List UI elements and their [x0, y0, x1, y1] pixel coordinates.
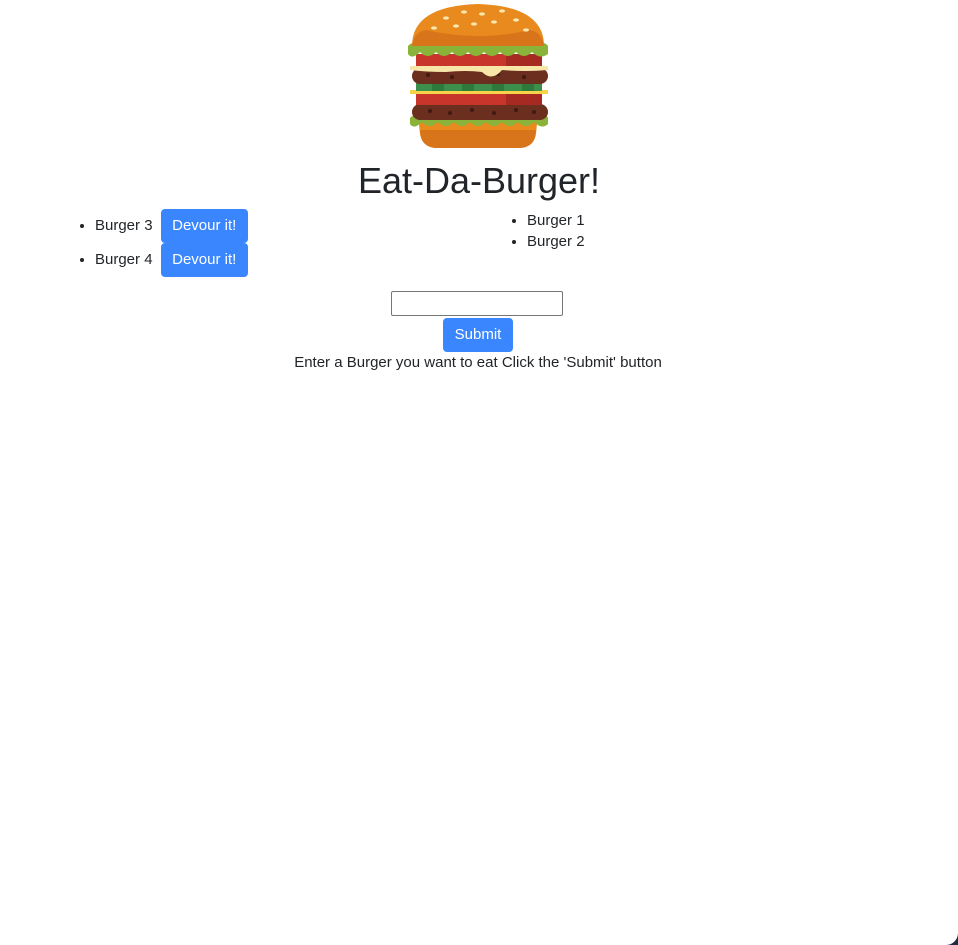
devour-button[interactable]: Devour it!	[160, 243, 248, 277]
not-devoured-list: Burger 3 Devour it! Burger 4 Devour it!	[73, 209, 248, 277]
burger-name: Burger 3	[95, 217, 153, 234]
devoured-list: Burger 1 Burger 2	[505, 210, 585, 252]
page: Eat-Da-Burger! Burger 3 Devour it! Burge…	[0, 0, 958, 945]
list-item: Burger 2	[527, 231, 585, 252]
burger-name: Burger 4	[95, 251, 153, 268]
page-title: Eat-Da-Burger!	[357, 160, 601, 201]
instructions-text: Enter a Burger you want to eat Click the…	[294, 354, 662, 371]
burger-input[interactable]	[391, 291, 563, 316]
devour-button[interactable]: Devour it!	[160, 209, 248, 243]
burger-icon	[406, 2, 550, 150]
list-item: Burger 4 Devour it!	[95, 243, 248, 277]
list-item: Burger 3 Devour it!	[95, 209, 248, 243]
list-item: Burger 1	[527, 210, 585, 231]
submit-button[interactable]: Submit	[443, 318, 513, 352]
burger-name: Burger 2	[527, 233, 585, 250]
burger-name: Burger 1	[527, 212, 585, 229]
